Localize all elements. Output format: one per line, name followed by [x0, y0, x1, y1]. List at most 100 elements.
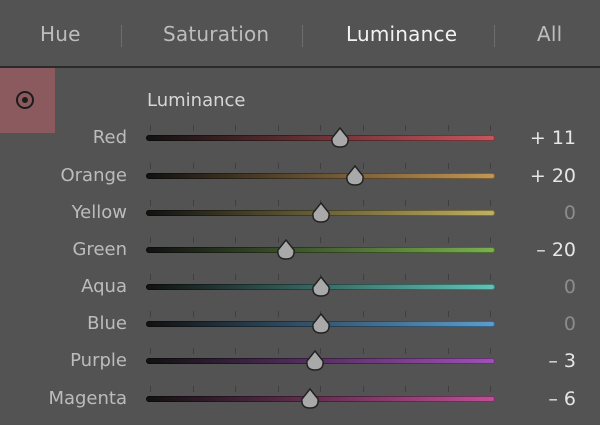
slider-row-blue: Blue 0 — [0, 311, 600, 341]
slider-tick — [150, 348, 151, 354]
slider-tick — [277, 163, 279, 169]
slider-tick — [362, 386, 364, 392]
slider-tick — [405, 274, 406, 280]
slider-tick — [362, 274, 364, 280]
slider-tick — [490, 163, 491, 169]
slider-row-red: Red + 11 — [0, 125, 600, 155]
slider-label: Orange — [60, 165, 127, 186]
slider-tick — [235, 274, 236, 280]
slider-tick — [192, 348, 194, 354]
slider-row-orange: Orange + 20 — [0, 163, 600, 193]
slider-tick — [447, 237, 449, 243]
slider-tick — [490, 125, 491, 131]
slider-tick — [277, 348, 279, 354]
slider-tick — [447, 274, 449, 280]
slider-value[interactable]: 0 — [564, 276, 576, 298]
slider-tick — [447, 200, 449, 206]
slider-label: Red — [92, 127, 127, 148]
slider-tick — [490, 237, 491, 243]
slider-value[interactable]: + 20 — [530, 165, 576, 187]
slider-track-magenta[interactable] — [146, 396, 495, 402]
slider-tick — [235, 200, 236, 206]
target-adjust-icon — [16, 91, 34, 109]
slider-ticks — [147, 125, 495, 133]
slider-tick — [447, 386, 449, 392]
slider-tick — [192, 386, 194, 392]
slider-row-aqua: Aqua 0 — [0, 274, 600, 304]
slider-tick — [150, 200, 151, 206]
slider-value[interactable]: 0 — [564, 313, 576, 335]
slider-tick — [150, 311, 151, 317]
slider-tick — [150, 386, 151, 392]
slider-tick — [277, 311, 279, 317]
slider-tick — [320, 125, 321, 131]
slider-ticks — [147, 163, 495, 171]
slider-track-green[interactable] — [146, 247, 495, 253]
section-title: Luminance — [147, 90, 246, 111]
slider-tick — [447, 125, 449, 131]
slider-tick — [235, 163, 236, 169]
slider-tick — [362, 125, 364, 131]
slider-thumb[interactable] — [311, 202, 331, 224]
tab-luminance[interactable]: Luminance — [346, 22, 457, 46]
slider-tick — [447, 311, 449, 317]
slider-track-orange[interactable] — [146, 173, 495, 179]
tab-saturation[interactable]: Saturation — [163, 22, 269, 46]
slider-tick — [235, 386, 236, 392]
slider-tick — [405, 311, 406, 317]
slider-label: Magenta — [48, 388, 127, 409]
slider-row-yellow: Yellow 0 — [0, 200, 600, 230]
slider-thumb[interactable] — [311, 313, 331, 335]
slider-tick — [362, 237, 364, 243]
slider-tick — [405, 237, 406, 243]
slider-label: Green — [72, 239, 127, 260]
tab-hue[interactable]: Hue — [40, 22, 81, 46]
slider-thumb[interactable] — [311, 276, 331, 298]
slider-tick — [490, 348, 491, 354]
target-adjustment-tool[interactable] — [0, 68, 55, 133]
slider-tick — [447, 163, 449, 169]
slider-thumb[interactable] — [276, 239, 296, 261]
slider-track-red[interactable] — [146, 135, 495, 141]
tab-bar: Hue Saturation Luminance All — [0, 0, 600, 68]
slider-tick — [235, 348, 236, 354]
slider-tick — [235, 237, 236, 243]
slider-tick — [192, 274, 194, 280]
slider-tick — [405, 200, 406, 206]
slider-tick — [405, 125, 406, 131]
slider-label: Purple — [70, 350, 127, 371]
slider-tick — [490, 274, 491, 280]
slider-thumb[interactable] — [330, 127, 350, 149]
slider-tick — [362, 200, 364, 206]
slider-tick — [235, 311, 236, 317]
slider-thumb[interactable] — [305, 350, 325, 372]
slider-row-magenta: Magenta – 6 — [0, 386, 600, 416]
slider-tick — [277, 386, 279, 392]
tab-all[interactable]: All — [537, 22, 562, 46]
slider-value[interactable]: + 11 — [530, 127, 576, 149]
slider-tick — [192, 311, 194, 317]
slider-thumb[interactable] — [300, 388, 320, 410]
slider-tick — [192, 163, 194, 169]
slider-tick — [150, 274, 151, 280]
slider-value[interactable]: 0 — [564, 202, 576, 224]
slider-row-green: Green – 20 — [0, 237, 600, 267]
slider-tick — [320, 237, 321, 243]
slider-tick — [447, 348, 449, 354]
slider-value[interactable]: – 6 — [548, 388, 576, 410]
slider-tick — [277, 274, 279, 280]
slider-tick — [192, 200, 194, 206]
slider-tick — [320, 163, 321, 169]
tab-separator — [494, 25, 495, 47]
slider-tick — [405, 348, 406, 354]
slider-row-purple: Purple – 3 — [0, 348, 600, 378]
slider-thumb[interactable] — [345, 165, 365, 187]
slider-value[interactable]: – 20 — [536, 239, 576, 261]
slider-value[interactable]: – 3 — [548, 350, 576, 372]
slider-tick — [150, 237, 151, 243]
slider-tick — [490, 386, 491, 392]
tab-separator — [302, 25, 303, 47]
slider-label: Yellow — [71, 202, 127, 223]
slider-tick — [362, 311, 364, 317]
slider-tick — [362, 348, 364, 354]
